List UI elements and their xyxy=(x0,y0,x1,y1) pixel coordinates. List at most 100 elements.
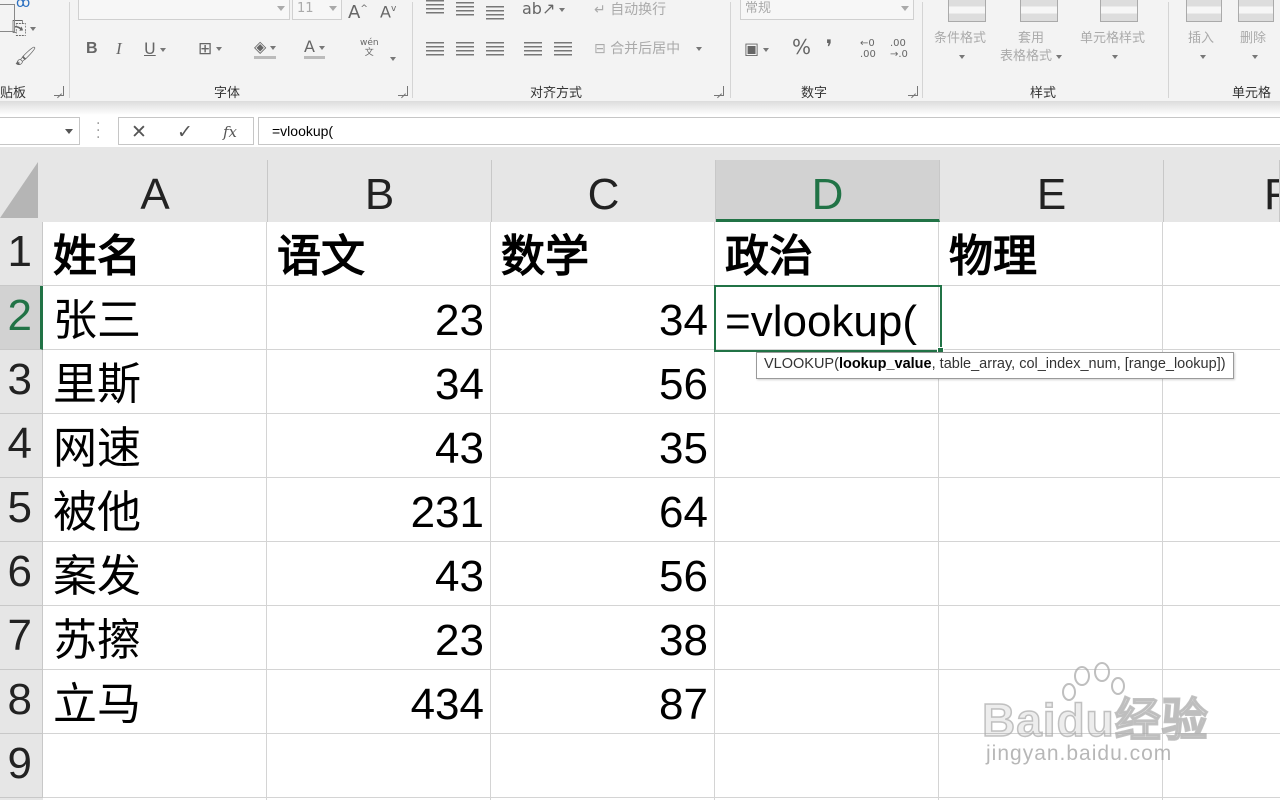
font-launcher-icon[interactable] xyxy=(398,86,408,96)
border-icon[interactable]: ⊞ xyxy=(198,40,223,58)
merge-center-button[interactable]: ⊟ 合并后居中 xyxy=(594,40,703,58)
column-header-a[interactable]: A xyxy=(43,160,268,222)
conditional-format-button[interactable]: 条件格式 xyxy=(934,30,986,66)
cell-a7[interactable]: 苏擦 xyxy=(44,606,268,670)
cell-a8[interactable]: 立马 xyxy=(44,670,268,734)
cell-e1[interactable]: 物理 xyxy=(940,222,1164,286)
font-size-combo[interactable]: 11 xyxy=(292,0,342,20)
cell-a6[interactable]: 案发 xyxy=(44,542,268,606)
increase-decimal-icon[interactable]: ←0.00 xyxy=(860,38,876,60)
column-header-c[interactable]: C xyxy=(492,160,716,222)
format-painter-icon[interactable]: 🖌 xyxy=(14,48,37,66)
decrease-indent-icon[interactable] xyxy=(524,42,542,56)
row-header-5[interactable]: 5 xyxy=(0,478,43,542)
column-header-f[interactable]: F xyxy=(1164,160,1280,222)
name-box[interactable] xyxy=(0,117,80,145)
alignment-launcher-icon[interactable] xyxy=(714,86,724,96)
row-header-2[interactable]: 2 xyxy=(0,286,43,350)
column-header-b[interactable]: B xyxy=(268,160,492,222)
tooltip-function-name[interactable]: VLOOKUP( xyxy=(764,356,839,372)
format-as-table-button[interactable]: 套用 表格格式 xyxy=(1000,30,1063,66)
align-center-icon[interactable] xyxy=(456,42,474,56)
cell-a4[interactable]: 网速 xyxy=(44,414,268,478)
cell-a2[interactable]: 张三 xyxy=(44,286,268,350)
row-header-6[interactable]: 6 xyxy=(0,542,43,606)
cell-c4[interactable]: 35 xyxy=(492,414,716,478)
align-middle-icon[interactable] xyxy=(456,2,474,16)
cell-c5[interactable]: 64 xyxy=(492,478,716,542)
cell-a3[interactable]: 里斯 xyxy=(44,350,268,414)
cell-c6[interactable]: 56 xyxy=(492,542,716,606)
column-header-d[interactable]: D xyxy=(716,160,940,222)
group-label-styles: 样式 xyxy=(1030,86,1057,101)
align-top-icon[interactable] xyxy=(426,0,444,14)
cell-d2-edit-text[interactable]: =vlookup( xyxy=(725,287,917,357)
cell-d1[interactable]: 政治 xyxy=(716,222,940,286)
decrease-font-icon[interactable]: Av xyxy=(380,0,396,21)
enter-icon[interactable]: ✓ xyxy=(177,121,193,143)
cancel-icon[interactable]: ✕ xyxy=(131,121,147,143)
delete-cells-button[interactable]: 删除 xyxy=(1240,30,1266,66)
cell-b6[interactable]: 43 xyxy=(268,542,492,606)
font-name-combo[interactable] xyxy=(78,0,290,20)
phonetic-icon[interactable]: wén 文 xyxy=(360,38,379,58)
insert-cells-button[interactable]: 插入 xyxy=(1188,30,1214,66)
orientation-icon[interactable]: ab↗ xyxy=(522,0,566,18)
align-bottom-icon[interactable] xyxy=(486,6,504,20)
cell-b8[interactable]: 434 xyxy=(268,670,492,734)
row-header-9[interactable]: 9 xyxy=(0,734,43,798)
cell-b5[interactable]: 231 xyxy=(268,478,492,542)
increase-indent-icon[interactable] xyxy=(554,42,572,56)
paste-icon[interactable] xyxy=(0,4,15,32)
cell-a1[interactable]: 姓名 xyxy=(44,222,268,286)
delete-cells-icon[interactable] xyxy=(1238,0,1274,22)
format-as-table-icon[interactable] xyxy=(1020,0,1058,22)
cell-c2[interactable]: 34 xyxy=(492,286,716,350)
number-launcher-icon[interactable] xyxy=(908,86,918,96)
formula-input[interactable]: =vlookup( xyxy=(258,117,1280,145)
column-header-e[interactable]: E xyxy=(940,160,1164,222)
fill-color-icon[interactable]: ◈ xyxy=(254,38,277,59)
decrease-decimal-icon[interactable]: .00 →.0 xyxy=(890,38,908,60)
percent-icon[interactable]: % xyxy=(792,37,811,57)
number-format-combo[interactable]: 常规 xyxy=(740,0,914,20)
conditional-format-icon[interactable] xyxy=(948,0,986,22)
formula-bar-grip-icon[interactable]: · · · xyxy=(96,117,100,145)
cut-icon[interactable]: ꝏ xyxy=(16,0,30,12)
bold-icon[interactable]: B xyxy=(86,40,98,58)
group-label-clipboard: 贴板 xyxy=(0,86,27,101)
tooltip-current-arg[interactable]: lookup_value xyxy=(839,356,932,372)
row-header-1[interactable]: 1 xyxy=(0,222,43,286)
underline-icon[interactable]: U xyxy=(144,40,166,58)
increase-font-icon[interactable]: A^ xyxy=(348,0,368,22)
row-header-7[interactable]: 7 xyxy=(0,606,43,670)
clipboard-launcher-icon[interactable] xyxy=(54,86,64,96)
cell-c1[interactable]: 数学 xyxy=(492,222,716,286)
cell-c7[interactable]: 38 xyxy=(492,606,716,670)
cell-b1[interactable]: 语文 xyxy=(268,222,492,286)
cell-c3[interactable]: 56 xyxy=(492,350,716,414)
row-header-4[interactable]: 4 xyxy=(0,414,43,478)
currency-icon[interactable]: ▣ xyxy=(744,40,770,58)
row-header-8[interactable]: 8 xyxy=(0,670,43,734)
align-left-icon[interactable] xyxy=(426,42,444,56)
italic-icon[interactable]: I xyxy=(116,40,122,58)
copy-icon[interactable]: ⎘ xyxy=(12,20,37,38)
cell-b2[interactable]: 23 xyxy=(268,286,492,350)
font-color-icon[interactable]: A xyxy=(304,38,325,59)
row-header-3[interactable]: 3 xyxy=(0,350,43,414)
cell-styles-button[interactable]: 单元格样式 xyxy=(1080,30,1145,66)
wrap-text-icon: ↵ xyxy=(594,2,611,18)
cell-b4[interactable]: 43 xyxy=(268,414,492,478)
cell-c8[interactable]: 87 xyxy=(492,670,716,734)
comma-icon[interactable]: ❜ xyxy=(826,37,832,57)
cell-styles-icon[interactable] xyxy=(1100,0,1138,22)
insert-function-icon[interactable]: fx xyxy=(223,123,237,141)
wrap-text-button[interactable]: ↵ 自动换行 xyxy=(594,1,666,19)
cell-b3[interactable]: 34 xyxy=(268,350,492,414)
cell-a5[interactable]: 被他 xyxy=(44,478,268,542)
cell-b7[interactable]: 23 xyxy=(268,606,492,670)
insert-cells-icon[interactable] xyxy=(1186,0,1222,22)
chevron-down-icon[interactable] xyxy=(65,129,73,134)
align-right-icon[interactable] xyxy=(486,42,504,56)
